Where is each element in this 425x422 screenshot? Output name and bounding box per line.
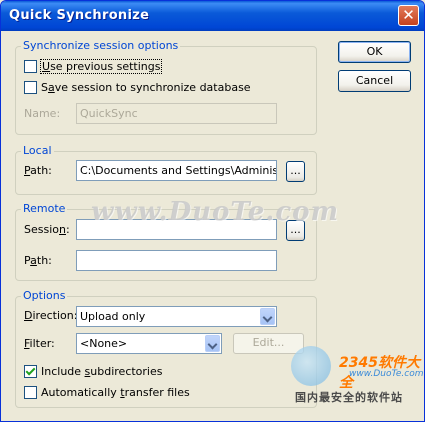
- title-bar[interactable]: Quick Synchronize ✕: [1, 1, 424, 31]
- filter-edit-button[interactable]: Edit...: [233, 333, 304, 354]
- chevron-down-icon[interactable]: [260, 308, 275, 325]
- save-session-label: Save session to synchronize database: [41, 80, 251, 94]
- remote-path-input[interactable]: [76, 250, 277, 271]
- close-button[interactable]: ✕: [398, 5, 419, 26]
- use-previous-settings-checkbox[interactable]: Use previous settings: [24, 58, 163, 74]
- auto-transfer-label: Automatically transfer files: [41, 385, 190, 399]
- local-path-input[interactable]: C:\Documents and Settings\Administrato: [76, 160, 277, 181]
- save-session-box[interactable]: [24, 80, 37, 94]
- remote-session-label: Session:: [24, 223, 70, 236]
- local-title: Local: [21, 144, 54, 157]
- mascot-logo: [291, 346, 331, 386]
- options-title: Options: [21, 289, 68, 302]
- chevron-down-icon[interactable]: [205, 335, 220, 352]
- auto-transfer-box[interactable]: [24, 385, 37, 399]
- name-field[interactable]: QuickSync: [76, 103, 277, 124]
- save-session-checkbox[interactable]: Save session to synchronize database: [24, 79, 251, 95]
- use-previous-settings-label: Use previous settings: [39, 58, 163, 74]
- filter-select[interactable]: <None>: [76, 333, 222, 354]
- close-icon: ✕: [402, 6, 415, 24]
- remote-path-label: Path:: [24, 254, 52, 267]
- brand-url: www.DuoTe.com: [349, 369, 424, 379]
- use-previous-settings-box[interactable]: [24, 59, 37, 73]
- name-label: Name:: [24, 107, 61, 120]
- ok-button[interactable]: OK: [338, 41, 411, 63]
- local-browse-button[interactable]: ...: [286, 161, 305, 182]
- session-options-title: Synchronize session options: [21, 39, 181, 52]
- include-subdirectories-checkbox[interactable]: Include subdirectories: [24, 363, 163, 379]
- remote-title: Remote: [21, 202, 68, 215]
- site-watermark: www.DuoTe.com: [91, 197, 340, 227]
- window-title: Quick Synchronize: [9, 8, 150, 23]
- include-subdirectories-box[interactable]: [24, 364, 37, 378]
- filter-label: Filter:: [24, 337, 55, 350]
- filter-value: <None>: [80, 337, 128, 350]
- direction-select[interactable]: Upload only: [76, 306, 277, 327]
- brand-tagline: 国内最安全的软件站: [295, 391, 403, 404]
- include-subdirectories-label: Include subdirectories: [41, 364, 163, 378]
- auto-transfer-checkbox[interactable]: Automatically transfer files: [24, 384, 190, 400]
- direction-value: Upload only: [80, 310, 146, 323]
- cancel-button[interactable]: Cancel: [338, 70, 411, 92]
- local-path-label: Path:: [24, 164, 52, 177]
- quick-synchronize-dialog: Quick Synchronize ✕ OK Cancel Synchroniz…: [0, 0, 425, 422]
- direction-label: Direction:: [24, 309, 78, 322]
